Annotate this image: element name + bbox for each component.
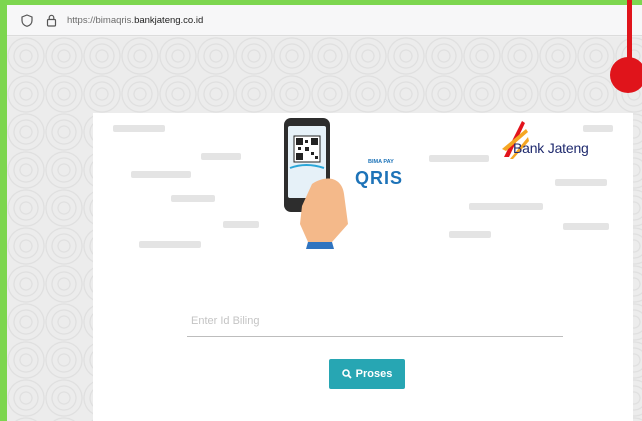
blurred-text bbox=[555, 179, 607, 186]
red-marker-dot bbox=[610, 57, 642, 93]
address-bar[interactable]: https://bimaqris.bankjateng.co.id bbox=[7, 5, 642, 36]
blurred-text bbox=[131, 171, 191, 178]
blurred-text bbox=[223, 221, 259, 228]
url-text[interactable]: https://bimaqris.bankjateng.co.id bbox=[67, 15, 203, 26]
blurred-text bbox=[449, 231, 491, 238]
qris-logo: BIMA PAY QRIS bbox=[352, 157, 424, 193]
bank-name: Bank Jateng bbox=[513, 140, 589, 156]
url-prefix: https://bimaqris. bbox=[67, 14, 135, 26]
blurred-text bbox=[563, 223, 609, 230]
proses-label: Proses bbox=[355, 368, 393, 380]
bima-pay-label: BIMA PAY bbox=[368, 159, 394, 165]
blurred-text bbox=[469, 203, 543, 210]
url-domain: bankjateng.co.id bbox=[134, 14, 204, 26]
proses-button[interactable]: Proses bbox=[329, 359, 405, 389]
search-icon bbox=[341, 369, 356, 379]
billing-id-input[interactable] bbox=[187, 305, 563, 337]
red-marker-line bbox=[627, 0, 632, 60]
blurred-text bbox=[171, 195, 215, 202]
lock-icon bbox=[43, 12, 59, 28]
qris-label: QRIS bbox=[355, 168, 404, 188]
blurred-text bbox=[201, 153, 241, 160]
blurred-text bbox=[113, 125, 165, 132]
blurred-text bbox=[429, 155, 489, 162]
blurred-text bbox=[139, 241, 201, 248]
shield-icon bbox=[19, 12, 35, 28]
phone-qr-illustration bbox=[272, 114, 362, 249]
